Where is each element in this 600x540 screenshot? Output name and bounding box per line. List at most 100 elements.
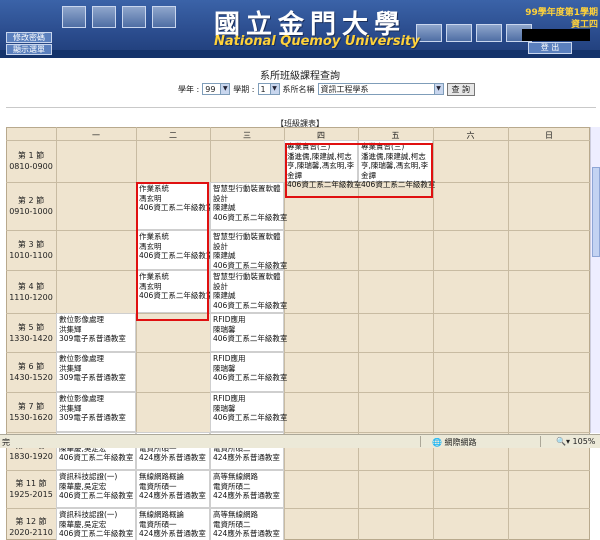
change-password-button[interactable]: 修改密碼 (6, 32, 52, 43)
course-line: 洪集輝 (59, 363, 82, 373)
course-line: 電資所碩一 (139, 519, 177, 529)
campus-photo-thumb-6[interactable] (446, 24, 472, 42)
dept-select-value: 資訊工程學系 (320, 84, 369, 94)
course-line: 424應外系普通教室 (213, 491, 280, 500)
course-line: 424應外系普通教室 (139, 491, 206, 500)
course-entry[interactable]: 數位影像處理 洪集輝 309電子系普通教室 (59, 394, 126, 423)
course-entry[interactable]: RFID應用 陳瑞馨 406資工系二年級教室 (213, 315, 287, 344)
highlight-box-professional-practice (285, 143, 433, 198)
course-entry[interactable]: RFID應用 陳瑞馨 406資工系二年級教室 (213, 354, 287, 383)
year-label: 學年 : (178, 84, 200, 94)
period-name: 第 7 節 (17, 402, 45, 411)
chevron-down-icon: ▼ (433, 84, 443, 94)
course-entry[interactable]: 智慧型行動裝置軟體 設計 陳建誠 406資工系二年級教室 (213, 232, 287, 270)
course-entry[interactable]: RFID應用 陳瑞馨 406資工系二年級教室 (213, 394, 287, 423)
course-entry[interactable]: 智慧型行動裝置軟體 設計 陳建誠 406資工系二年級教室 (213, 184, 287, 222)
campus-photo-thumb-1[interactable] (62, 6, 86, 28)
day-header: 一 (92, 131, 100, 140)
search-button[interactable]: 查 詢 (446, 82, 476, 96)
browser-status-bar: 完 🌐 網際網路 🔍▾ 105% (0, 434, 600, 448)
course-line: 406資工系二年級教室 (213, 334, 288, 343)
university-banner: 國立金門大學 National Quemoy University 修改密碼 顯… (0, 0, 600, 58)
period-time: 1925-2015 (9, 490, 53, 499)
period-time: 1330-1420 (9, 333, 53, 343)
year-select-value: 99 (205, 84, 216, 94)
campus-photo-thumb-4[interactable] (152, 6, 176, 28)
course-line: 設計 (213, 281, 228, 291)
divider (420, 436, 421, 447)
course-line: 406資工系二年級教室 (213, 413, 288, 422)
course-entry[interactable]: 無線網路概論電資所碩一424應外系普通教室 (139, 510, 206, 539)
scrollbar-thumb[interactable] (592, 167, 600, 257)
dept-label: 系所名稱 (282, 84, 315, 94)
period-name: 第 4 節 (17, 281, 45, 291)
course-line: 陳建誠 (213, 291, 236, 300)
course-entry[interactable]: 高等無線網路電資所碩二424應外系普通教室 (213, 510, 280, 539)
course-line: 424應外系普通教室 (139, 529, 206, 538)
page-title: 系所班級課程查詢 (260, 71, 340, 82)
course-line: 數位影像處理 (59, 394, 104, 403)
vertical-scrollbar[interactable] (590, 127, 600, 433)
banner-stripe (0, 50, 600, 58)
term-info: 99學年度第1學期 資工四 (525, 7, 598, 31)
course-entry[interactable]: 數位影像處理 洪集輝 309電子系普通教室 (59, 315, 126, 344)
grid-hline (6, 270, 590, 271)
period-name: 第 1 節 (17, 151, 45, 160)
show-menu-button[interactable]: 顯示選單 (6, 44, 52, 55)
term-select-value: 1 (260, 84, 266, 94)
highlight-box-operating-systems (136, 182, 209, 321)
period-time: 1530-1620 (9, 413, 53, 422)
term-label: 學期 : (233, 84, 255, 94)
course-line: 數位影像處理 (59, 354, 104, 363)
campus-photo-thumb-2[interactable] (92, 6, 116, 28)
course-line: RFID應用 (213, 315, 246, 324)
period-name: 第 6 節 (17, 362, 45, 371)
campus-photo-thumb-7[interactable] (476, 24, 502, 42)
course-line: 309電子系普通教室 (59, 373, 126, 382)
course-line: 無線網路概論 (139, 510, 184, 519)
term-select[interactable]: 1 ▼ (257, 83, 280, 95)
course-line: 陳建誠 (213, 251, 236, 260)
course-line: 406資工系二年級教室 (213, 212, 288, 222)
period-label: 第 11 節 1925-2015 (6, 478, 56, 500)
period-time: 1830-1920 (9, 452, 53, 461)
course-line: 電資所碩二 (213, 519, 251, 529)
term-year: 99學年度第1學期 (525, 8, 598, 18)
logout-button[interactable]: 登 出 (528, 42, 572, 54)
course-line: 資訊科技認證(一) (59, 510, 118, 519)
campus-photo-thumb-3[interactable] (122, 6, 146, 28)
period-time: 1010-1100 (9, 251, 53, 260)
course-line: 309電子系普通教室 (59, 334, 126, 343)
dept-select[interactable]: 資訊工程學系 ▼ (317, 83, 444, 95)
course-line: 智慧型行動裝置軟體 (213, 184, 281, 193)
globe-icon: 🌐 (432, 438, 442, 447)
day-header: 三 (243, 131, 251, 140)
course-line: 電資所碩一 (139, 481, 177, 491)
course-entry[interactable]: 資訊科技認證(一)陳華慶,吳定宏406資工系二年級教室 (59, 510, 133, 539)
period-name: 第 2 節 (17, 196, 45, 205)
period-name: 第 5 節 (17, 322, 45, 332)
period-label: 第 2 節 0910-1000 (6, 195, 56, 217)
period-time: 1430-1520 (9, 373, 53, 382)
course-entry[interactable]: 資訊科技認證(一)陳華慶,吳定宏406資工系二年級教室 (59, 472, 133, 501)
zoom-level[interactable]: 🔍▾ 105% (556, 437, 595, 446)
year-select[interactable]: 99 ▼ (202, 83, 231, 95)
course-entry[interactable]: 智慧型行動裝置軟體 設計 陳建誠 406資工系二年級教室 (213, 272, 287, 310)
period-name: 第 11 節 (15, 479, 47, 488)
course-line: 406資工系二年級教室 (59, 453, 134, 462)
grid-hline (6, 230, 590, 231)
period-name: 第 12 節 (15, 517, 47, 526)
course-entry[interactable]: 無線網路概論電資所碩一424應外系普通教室 (139, 472, 206, 501)
period-label: 第 6 節 1430-1520 (6, 361, 56, 383)
course-line: 洪集輝 (59, 403, 82, 413)
course-line: 406資工系二年級教室 (59, 491, 134, 500)
period-name: 第 3 節 (17, 240, 45, 249)
course-line: 陳瑞馨 (213, 403, 236, 413)
course-line: 智慧型行動裝置軟體 (213, 272, 281, 281)
period-label: 第 5 節 1330-1420 (6, 322, 56, 344)
period-label: 第 3 節 1010-1100 (6, 239, 56, 261)
course-line: 424應外系普通教室 (213, 529, 280, 538)
course-entry[interactable]: 高等無線網路電資所碩二424應外系普通教室 (213, 472, 280, 501)
course-entry[interactable]: 數位影像處理 洪集輝 309電子系普通教室 (59, 354, 126, 383)
course-line: 陳瑞馨 (213, 324, 236, 334)
